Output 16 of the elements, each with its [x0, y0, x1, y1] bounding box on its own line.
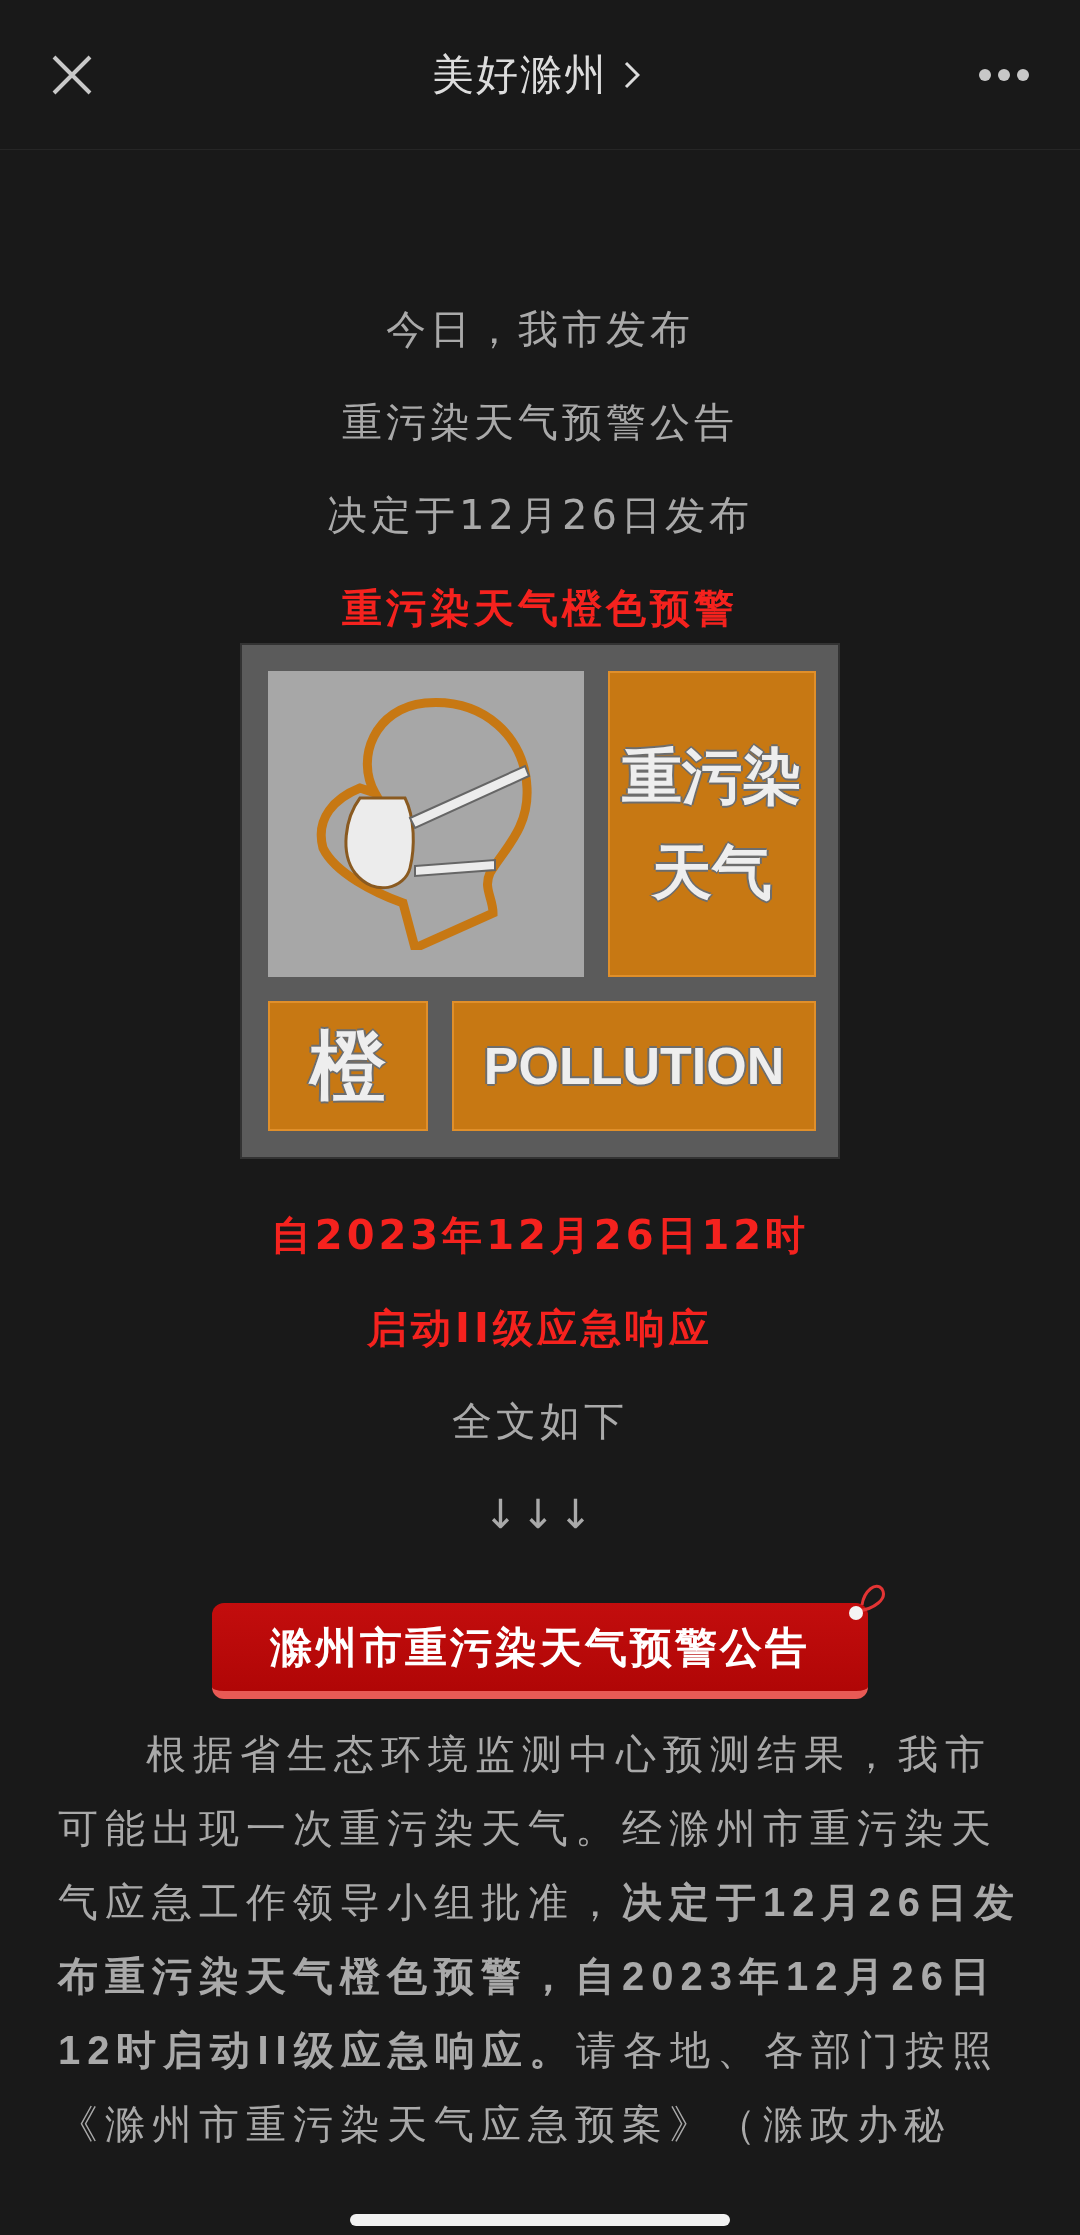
sign-text: 重污染: [622, 740, 802, 812]
body-text: ↓↓↓: [483, 1491, 597, 1537]
highlight-text: 启动II级应急响应: [367, 1305, 713, 1351]
body-text: 决定于12月26日发布: [327, 492, 753, 538]
section-heading: 滁州市重污染天气预警公告: [212, 1603, 868, 1699]
chevron-right-icon[interactable]: [624, 59, 640, 90]
body-text: 重污染天气预警公告: [342, 399, 738, 445]
level-text: 橙: [310, 1020, 386, 1112]
body-text: 全文如下: [452, 1398, 628, 1444]
highlight-text: 自2023年12月26日12时: [270, 1212, 810, 1258]
body-text: 今日，我市发布: [386, 306, 694, 352]
sign-text: 天气: [652, 836, 772, 908]
account-title[interactable]: 美好滁州: [432, 43, 608, 106]
highlight-text: 重污染天气橙色预警: [342, 585, 738, 631]
sign-label: POLLUTION: [483, 1035, 785, 1097]
article-paragraph: 根据省生态环境监测中心预测结果，我市可能出现一次重污染天气。经滁州市重污染天气应急工作领导小组批准，决定于12月26日发布重污染天气橙色预警，自2023年12月26日12时启动II级应急响应。请各地、各部门按照《滁州市重污染天气应急预案》（滁政办秘: [58, 1731, 1022, 2148]
